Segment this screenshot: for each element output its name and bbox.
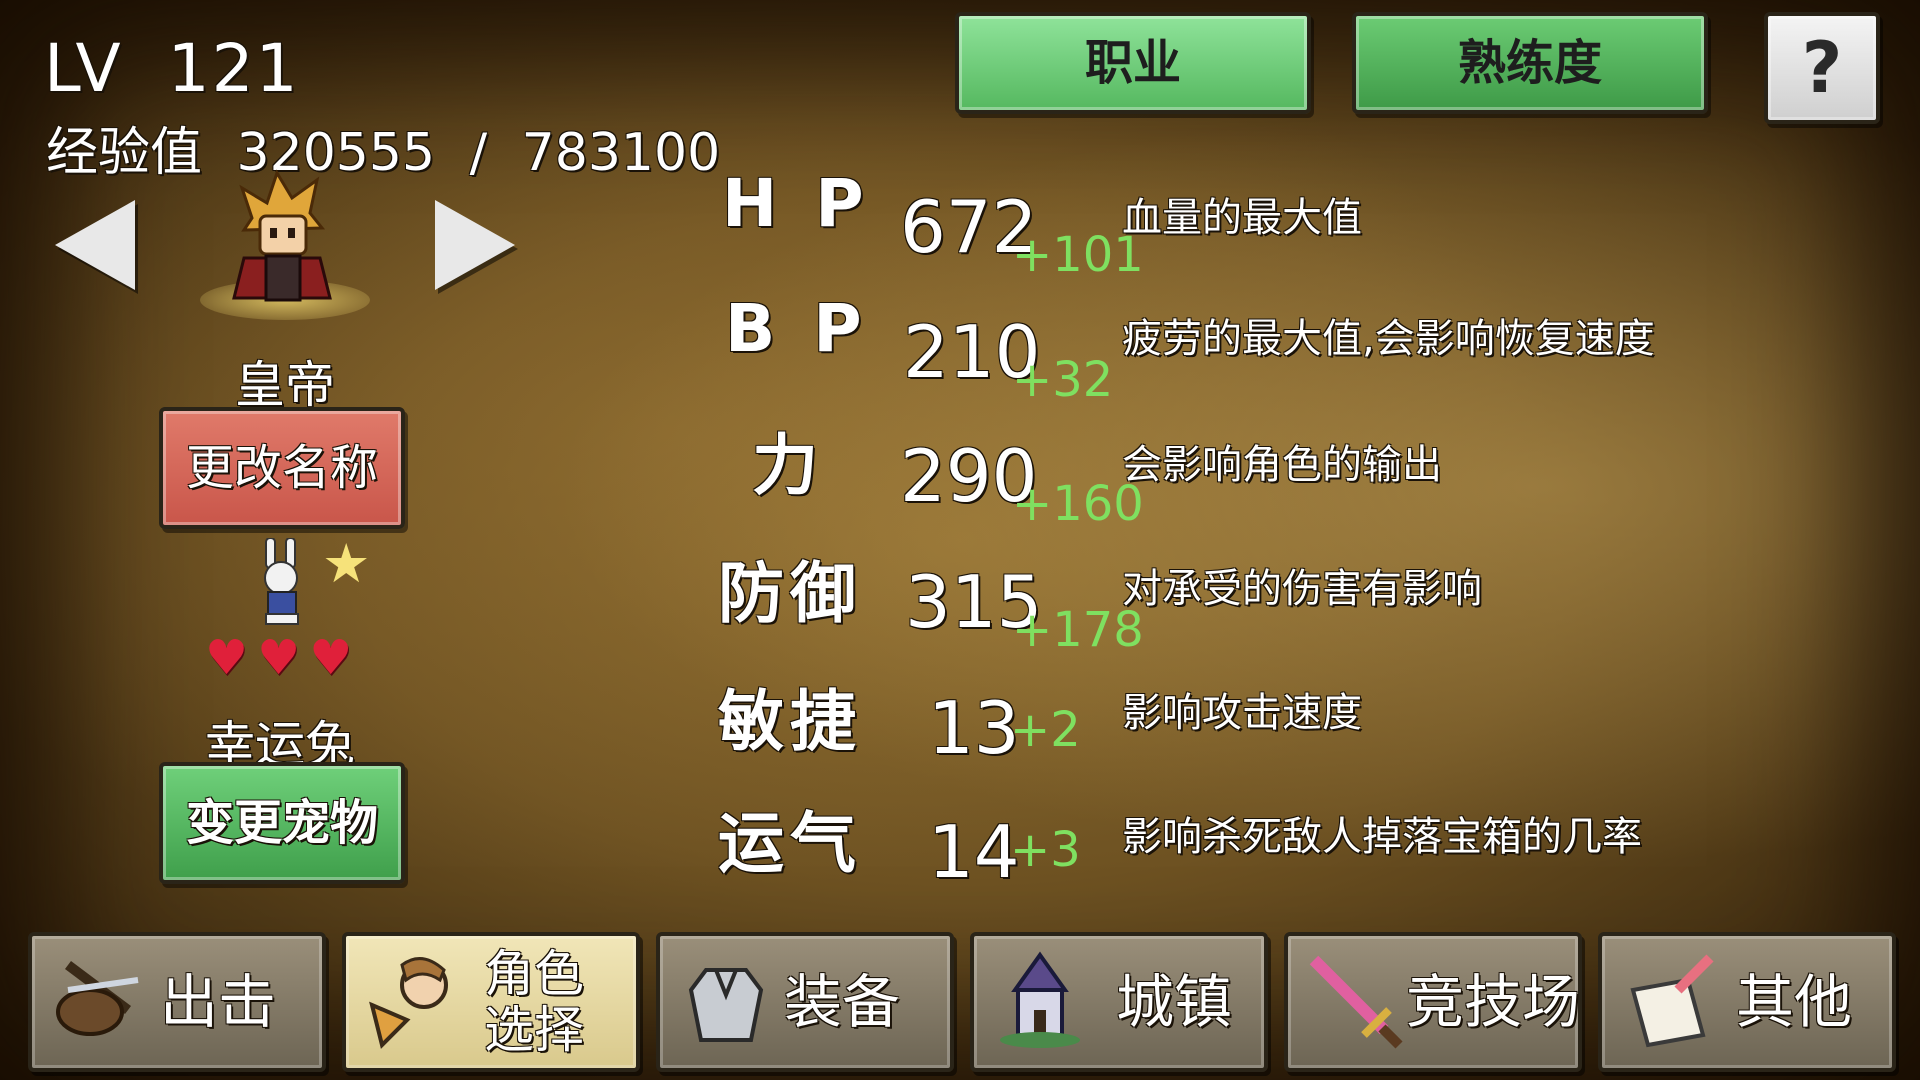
mastery-tab-button[interactable]: 熟练度 <box>1352 12 1708 114</box>
stat-description: 会影响角色的输出 <box>1122 442 1442 488</box>
stat-label: 防御 <box>718 555 862 632</box>
stat-description: 疲劳的最大值,会影响恢复速度 <box>1122 316 1655 362</box>
nav-label: 竞技场 <box>1406 968 1581 1036</box>
stat-value: 13 <box>928 686 1020 770</box>
stat-label: HP <box>722 165 902 242</box>
nav-label-line1: 角色 <box>484 945 584 1003</box>
nav-sortie-button[interactable]: 出击 <box>28 932 326 1072</box>
level-value: 121 <box>167 30 300 107</box>
character-select-icon <box>369 957 448 1049</box>
stat-label: 运气 <box>718 805 862 882</box>
stat-row-luck: 运气 14 +3 影响杀死敌人掉落宝箱的几率 <box>0 790 1920 894</box>
nav-label: 装备 <box>784 968 901 1036</box>
stat-label: BP <box>725 290 900 367</box>
help-button[interactable]: ? <box>1764 12 1880 124</box>
stat-row-agility: 敏捷 13 +2 影响攻击速度 <box>0 668 1920 770</box>
stat-description: 血量的最大值 <box>1122 195 1362 241</box>
stat-row-hp: HP 672 +101 血量的最大值 <box>0 165 1920 283</box>
nav-arena-button[interactable]: 竞技场 <box>1284 932 1582 1072</box>
town-icon <box>1000 951 1080 1048</box>
scroll-icon <box>1630 954 1714 1048</box>
nav-label-line2: 选择 <box>484 1001 584 1059</box>
stat-bonus: +32 <box>1012 352 1114 408</box>
nav-label: 城镇 <box>1116 968 1233 1036</box>
nav-label: 角色 选择 <box>484 946 584 1058</box>
nav-town-button[interactable]: 城镇 <box>970 932 1268 1072</box>
stat-description: 影响杀死敌人掉落宝箱的几率 <box>1122 814 1642 860</box>
stat-label: 敏捷 <box>718 683 862 760</box>
stat-bonus: +2 <box>1010 702 1081 758</box>
nav-equipment-button[interactable]: 装备 <box>656 932 954 1072</box>
stat-row-defense: 防御 315 +178 对承受的伤害有影响 <box>0 540 1920 658</box>
level-display: LV 121 <box>44 30 300 107</box>
stat-row-strength: 力 290 +160 会影响角色的输出 <box>0 412 1920 532</box>
stat-bonus: +3 <box>1010 822 1081 878</box>
stat-description: 影响攻击速度 <box>1122 690 1362 736</box>
nav-label: 其他 <box>1736 968 1853 1036</box>
level-label: LV <box>44 30 123 107</box>
nav-character-select-button[interactable]: 角色 选择 <box>342 932 640 1072</box>
stat-description: 对承受的伤害有影响 <box>1122 566 1482 612</box>
job-tab-button[interactable]: 职业 <box>955 12 1311 114</box>
shovel-icon <box>56 961 139 1036</box>
stat-row-bp: BP 210 +32 疲劳的最大值,会影响恢复速度 <box>0 290 1920 408</box>
nav-label: 出击 <box>160 968 277 1036</box>
armor-icon <box>688 968 764 1042</box>
nav-other-button[interactable]: 其他 <box>1598 932 1896 1072</box>
sword-icon <box>1309 955 1403 1049</box>
stat-value: 14 <box>928 810 1020 894</box>
stat-label: 力 <box>752 427 836 504</box>
